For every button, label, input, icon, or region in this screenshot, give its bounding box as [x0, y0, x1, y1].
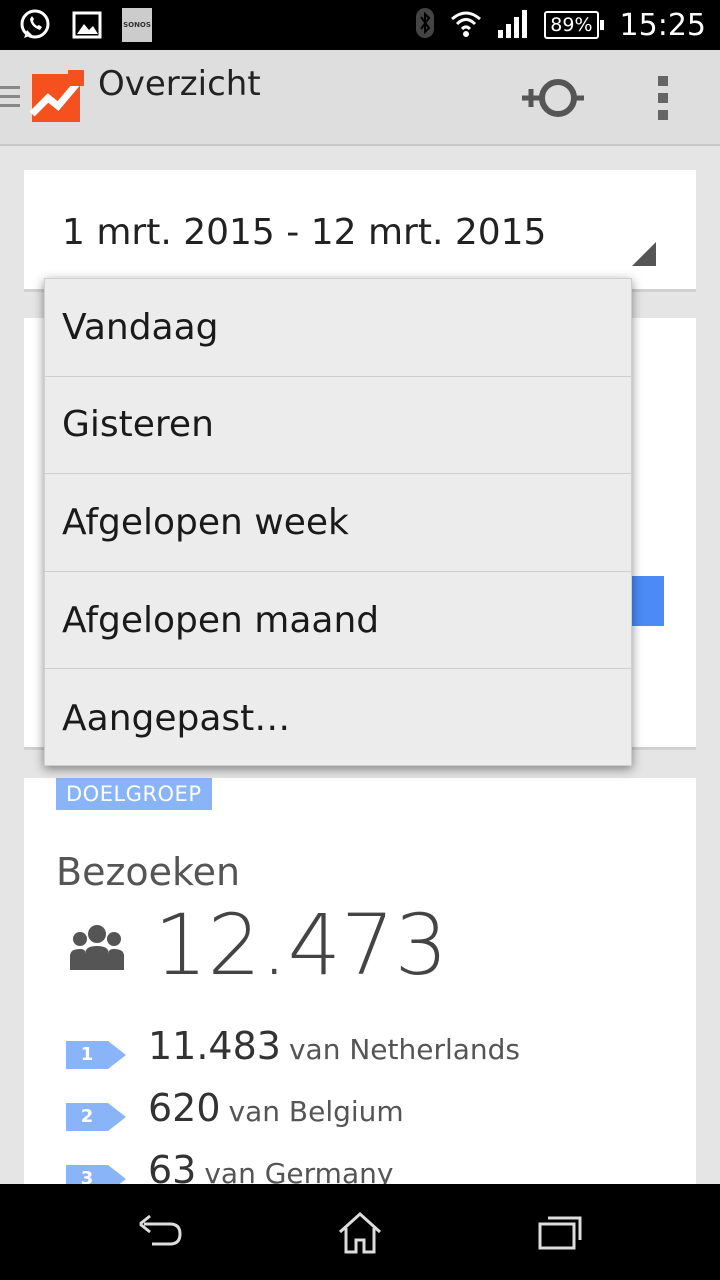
country-rank-list: 1 11.483 van Netherlands 2 620 van Belgi…: [66, 1024, 666, 1210]
sonos-icon: SONOS: [122, 8, 152, 42]
menu-item-afgelopen-week[interactable]: Afgelopen week: [45, 474, 631, 572]
back-icon[interactable]: [136, 1210, 184, 1254]
home-icon[interactable]: [336, 1210, 384, 1254]
whatsapp-icon: [18, 8, 52, 42]
navigation-bar: [0, 1184, 720, 1280]
list-item: 1 11.483 van Netherlands: [66, 1024, 666, 1086]
rank-badge: 2: [66, 1103, 126, 1131]
page-title: Overzicht: [98, 64, 261, 104]
signal-icon: [498, 8, 528, 42]
menu-icon[interactable]: [0, 86, 20, 113]
rank-count: 11.483: [148, 1024, 281, 1068]
list-item: 2 620 van Belgium: [66, 1086, 666, 1148]
date-range-dropdown: Vandaag Gisteren Afgelopen week Afgelope…: [44, 278, 632, 766]
dropdown-arrow-icon: [632, 242, 656, 266]
rank-count: 620: [148, 1086, 221, 1130]
recents-icon[interactable]: [536, 1210, 584, 1254]
audience-card[interactable]: DOELGROEP Bezoeken 12.473 1 11.483 van N…: [24, 778, 696, 1198]
menu-item-afgelopen-maand[interactable]: Afgelopen maand: [45, 572, 631, 670]
overflow-menu-icon[interactable]: [655, 76, 671, 120]
menu-item-gisteren[interactable]: Gisteren: [45, 377, 631, 475]
analytics-logo-icon[interactable]: [28, 70, 84, 126]
metric-value: 12.473: [154, 896, 448, 994]
date-range-value: 1 mrt. 2015 - 12 mrt. 2015: [62, 212, 547, 253]
date-range-selector[interactable]: 1 mrt. 2015 - 12 mrt. 2015: [24, 170, 696, 292]
battery-icon: 89%: [544, 11, 604, 39]
rank-label: van Netherlands: [288, 1033, 521, 1066]
status-bar: SONOS 89% 15:25: [0, 0, 720, 50]
rank-label: van Belgium: [228, 1095, 404, 1128]
rank-badge: 1: [66, 1041, 126, 1069]
gallery-icon: [70, 8, 104, 42]
menu-item-vandaag[interactable]: Vandaag: [45, 279, 631, 377]
chart-bar: [632, 576, 664, 626]
menu-item-aangepast[interactable]: Aangepast…: [45, 669, 631, 767]
add-segment-icon[interactable]: [520, 72, 586, 124]
people-icon: [70, 922, 124, 970]
metric-label: Bezoeken: [56, 850, 241, 894]
bluetooth-icon: [416, 8, 435, 42]
clock: 15:25: [619, 7, 706, 43]
action-bar: Overzicht: [0, 50, 720, 146]
wifi-icon: [450, 9, 482, 41]
section-tag: DOELGROEP: [56, 778, 212, 810]
